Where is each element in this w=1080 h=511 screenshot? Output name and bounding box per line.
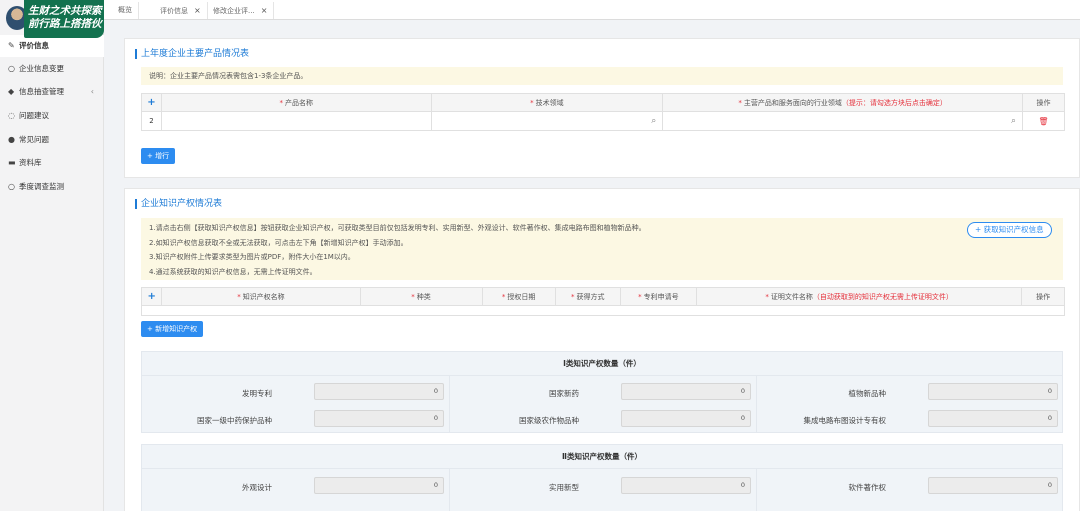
sidebar-item-library[interactable]: ▬ 资料库 [0, 152, 104, 174]
promo-banner: 生财之术共探索 前行路上搭搭伙 [24, 0, 104, 38]
plus-icon: + [975, 225, 984, 234]
class1-title: Ⅰ类知识产权数量（件） [142, 352, 1062, 376]
tab-label: 概览 [118, 6, 132, 14]
class2-block: Ⅱ类知识产权数量（件） 外观设计 0 实用新型 0 软件著作权 0 [141, 444, 1063, 511]
ip-notes: 1.请点击右侧【获取知识产权信息】按钮获取企业知识产权，可获取类型目前仅包括发明… [141, 218, 1063, 280]
row-actions: 🗑 [1022, 111, 1065, 131]
product-name-input[interactable] [160, 111, 432, 131]
add-row-icon[interactable]: + [140, 287, 163, 306]
field-label: 外观设计 [242, 483, 272, 492]
tab-label: 评价信息 [160, 7, 188, 15]
tech-field-select[interactable]: ⌕ [430, 111, 664, 131]
close-icon[interactable]: × [261, 6, 268, 15]
question-icon: ● [8, 135, 15, 144]
sidebar: ✎ 评价信息 ○ 企业信息变更 ◆ 信息抽查管理 ‹ ◌ 问题建议 ● 常见问题 ▬ 资料库… [0, 0, 104, 511]
field-label: 集成电路布图设计专有权 [803, 416, 887, 425]
sidebar-item-label: 资料库 [19, 158, 42, 167]
products-table: + * 产品名称 * 技术领域 * 主营产品和服务面向的行业领域（提示：请勾选方块后点… [141, 93, 1065, 131]
col-header: * 证明文件名称（自动获取到的知识产权无需上传证明文件） [695, 287, 1023, 306]
note-text: 4.通过系统获取的知识产权信息，无需上传证明文件。 [149, 267, 317, 276]
col-header: * 授权日期 [481, 287, 556, 306]
col-header: * 种类 [359, 287, 483, 306]
col-header: 操作 [1022, 93, 1065, 112]
plant-variety-count[interactable]: 0 [928, 383, 1058, 400]
utility-model-count[interactable]: 0 [621, 477, 751, 494]
banner-line: 前行路上搭搭伙 [28, 18, 102, 30]
software-copyright-count[interactable]: 0 [928, 477, 1058, 494]
sidebar-item-label: 评价信息 [19, 41, 49, 50]
col-header: * 专利申请号 [619, 287, 697, 306]
sidebar-item-faq[interactable]: ● 常见问题 [0, 129, 104, 151]
table-row [141, 305, 1065, 316]
col-header: * 技术领域 [430, 93, 664, 112]
field-label: 国家级农作物品种 [519, 416, 579, 425]
products-panel: 上年度企业主要产品情况表 说明：企业主要产品情况表需包含1-3条企业产品。 + … [124, 38, 1080, 178]
panel-title: 企业知识产权情况表 [135, 199, 222, 209]
col-header: 操作 [1021, 287, 1065, 306]
sidebar-item-spot-check[interactable]: ◆ 信息抽查管理 ‹ [0, 81, 104, 103]
tag-icon: ◆ [8, 87, 15, 96]
field-label: 发明专利 [242, 389, 272, 398]
industry-field-select[interactable]: ⌕ [662, 111, 1023, 131]
national-new-drug-count[interactable]: 0 [621, 383, 751, 400]
note-text: 1.请点击右侧【获取知识产权信息】按钮获取企业知识产权，可获取类型目前仅包括发明… [149, 224, 646, 232]
sidebar-item-quarterly-survey[interactable]: ○ 季度调查监测 [0, 176, 104, 198]
field-label: 实用新型 [549, 483, 579, 492]
sidebar-item-label: 季度调查监测 [19, 182, 64, 191]
add-ip-button[interactable]: + 新增知识产权 [141, 321, 204, 337]
field-label: 国家一级中药保护品种 [197, 416, 272, 425]
note-text: 2.如知识产权信息获取不全或无法获取，可点击左下角【新增知识产权】手动添加。 [149, 238, 408, 247]
crop-variety-count[interactable]: 0 [621, 410, 751, 427]
circle-icon: ○ [8, 182, 15, 191]
search-icon[interactable]: ⌕ [651, 116, 656, 126]
trash-icon[interactable]: 🗑 [1038, 117, 1048, 126]
field-label: 国家新药 [549, 389, 579, 398]
col-header: * 知识产权名称 [161, 287, 361, 306]
tab-bar: 概览 评价信息 × 修改企业评... × [104, 0, 1080, 20]
close-icon[interactable]: × [194, 6, 201, 15]
note-text: 说明：企业主要产品情况表需包含1-3条企业产品。 [149, 72, 308, 80]
chevron-left-icon: ‹ [90, 87, 94, 96]
chat-icon: ◌ [8, 111, 15, 120]
search-icon[interactable]: ⌕ [1011, 116, 1016, 126]
field-label: 软件著作权 [848, 483, 887, 492]
tab-overview[interactable]: 概览 [112, 2, 139, 19]
class2-title: Ⅱ类知识产权数量（件） [142, 445, 1062, 469]
folder-icon: ▬ [8, 158, 16, 167]
sidebar-item-label: 信息抽查管理 [19, 87, 64, 96]
tcm-protection-count[interactable]: 0 [314, 410, 444, 427]
tab-edit-evaluation[interactable]: 修改企业评... × [207, 2, 275, 19]
circle-icon: ○ [8, 64, 15, 73]
table-row: 2 ⌕ ⌕ 🗑 [141, 111, 1065, 131]
design-patent-count[interactable]: 0 [314, 477, 444, 494]
sidebar-item-suggestions[interactable]: ◌ 问题建议 [0, 105, 104, 127]
plus-icon: + [147, 152, 156, 160]
col-header: * 产品名称 [160, 93, 432, 112]
field-label: 植物新品种 [848, 389, 887, 398]
tab-evaluation-info[interactable]: 评价信息 × [154, 2, 208, 19]
products-note: 说明：企业主要产品情况表需包含1-3条企业产品。 [141, 67, 1063, 85]
edit-icon: ✎ [8, 41, 15, 50]
plus-icon: + [147, 325, 156, 333]
sidebar-item-label: 常见问题 [19, 135, 49, 144]
ic-layout-count[interactable]: 0 [928, 410, 1058, 427]
panel-title: 上年度企业主要产品情况表 [135, 49, 249, 59]
add-row-icon[interactable]: + [141, 93, 162, 112]
col-header: * 主营产品和服务面向的行业领域（提示：请勾选方块后点击确定） [662, 93, 1023, 112]
invention-patent-count[interactable]: 0 [314, 383, 444, 400]
sidebar-item-company-change[interactable]: ○ 企业信息变更 [0, 58, 104, 80]
ip-panel: 企业知识产权情况表 1.请点击右侧【获取知识产权信息】按钮获取企业知识产权，可获… [124, 188, 1080, 511]
row-index: 2 [141, 111, 162, 131]
col-header: * 获得方式 [554, 287, 621, 306]
class1-block: Ⅰ类知识产权数量（件） 发明专利 0 国家新药 0 植物新品种 0 国家一级中药… [141, 351, 1063, 433]
sidebar-item-label: 问题建议 [19, 111, 49, 120]
add-row-button[interactable]: + 增行 [141, 148, 176, 164]
sidebar-item-evaluation[interactable]: ✎ 评价信息 [0, 35, 104, 57]
note-text: 3.知识产权附件上传要求类型为图片或PDF，附件大小在1M以内。 [149, 253, 355, 261]
tab-label: 修改企业评... [213, 7, 255, 15]
sidebar-item-label: 企业信息变更 [19, 64, 64, 73]
fetch-ip-button[interactable]: + 获取知识产权信息 [967, 222, 1052, 238]
ip-table: + * 知识产权名称 * 种类 * 授权日期 * 获得方式 * 专利申请号 * 证明文件名称… [140, 287, 1065, 316]
banner-line: 生财之术共探索 [28, 5, 102, 17]
